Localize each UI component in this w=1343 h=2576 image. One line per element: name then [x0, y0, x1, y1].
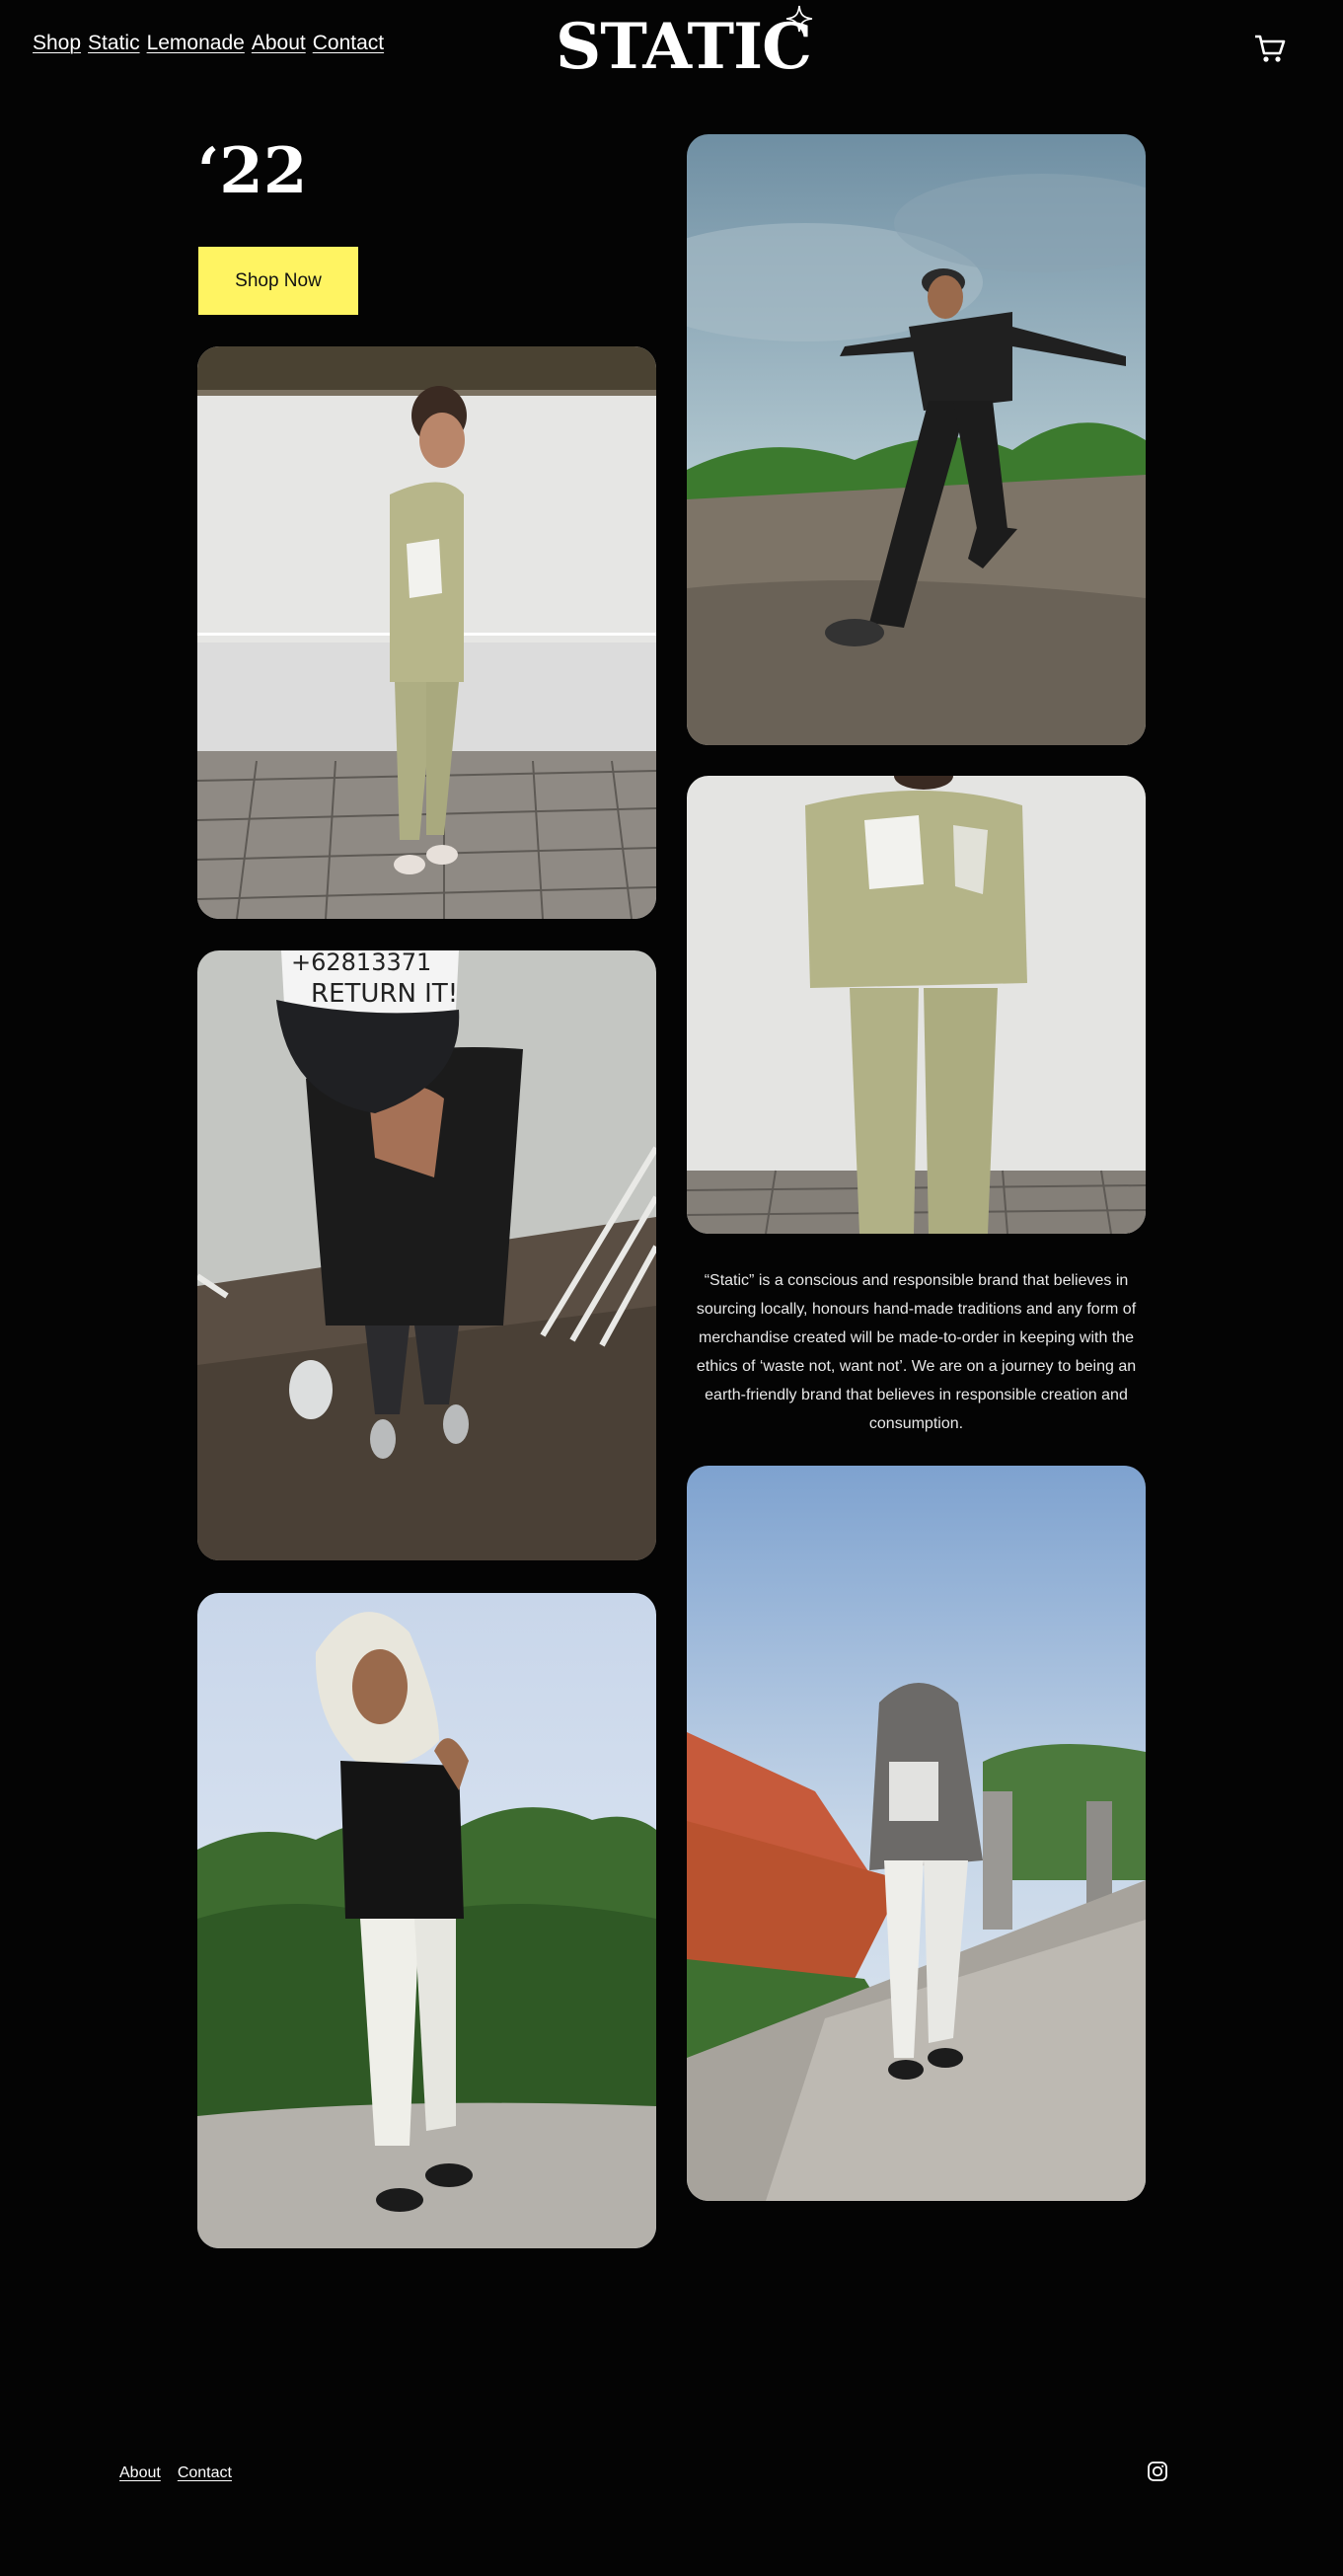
- lookbook-photo-khaki-wall: [197, 346, 656, 919]
- instagram-icon[interactable]: [1147, 2461, 1168, 2482]
- nav-about[interactable]: About: [252, 32, 306, 55]
- lookbook-photo-cap: +62813371 RETURN IT!: [197, 950, 656, 1560]
- shop-now-button[interactable]: Shop Now: [198, 247, 358, 315]
- nav-static[interactable]: Static: [88, 32, 140, 55]
- nav-contact[interactable]: Contact: [313, 32, 384, 55]
- logo: STATIC: [556, 10, 812, 84]
- sparkle-icon: [785, 5, 813, 33]
- logo-link[interactable]: STATIC: [556, 5, 822, 85]
- nav-lemonade[interactable]: Lemonade: [147, 32, 245, 55]
- collection-year: ‘22: [197, 134, 308, 208]
- main-nav: Shop Static Lemonade About Contact: [33, 32, 384, 55]
- lookbook-photo-khaki-front: [687, 776, 1146, 1234]
- cap-text-line2: RETURN IT!: [311, 979, 458, 1009]
- lookbook-photo-hoodie: [687, 1466, 1146, 2201]
- lookbook-photo-leap: [687, 134, 1146, 745]
- lookbook-photo-balaclava: [197, 1593, 656, 2248]
- footer-nav: About Contact: [119, 2464, 232, 2482]
- brand-description: “Static” is a conscious and responsible …: [696, 1272, 1137, 1432]
- site-header: Shop Static Lemonade About Contact STATI…: [0, 0, 1343, 99]
- cart-icon[interactable]: [1253, 32, 1287, 65]
- nav-shop[interactable]: Shop: [33, 32, 81, 55]
- footer-contact-link[interactable]: Contact: [178, 2464, 232, 2482]
- cap-text-line1: +62813371: [291, 950, 431, 976]
- footer-about-link[interactable]: About: [119, 2464, 161, 2482]
